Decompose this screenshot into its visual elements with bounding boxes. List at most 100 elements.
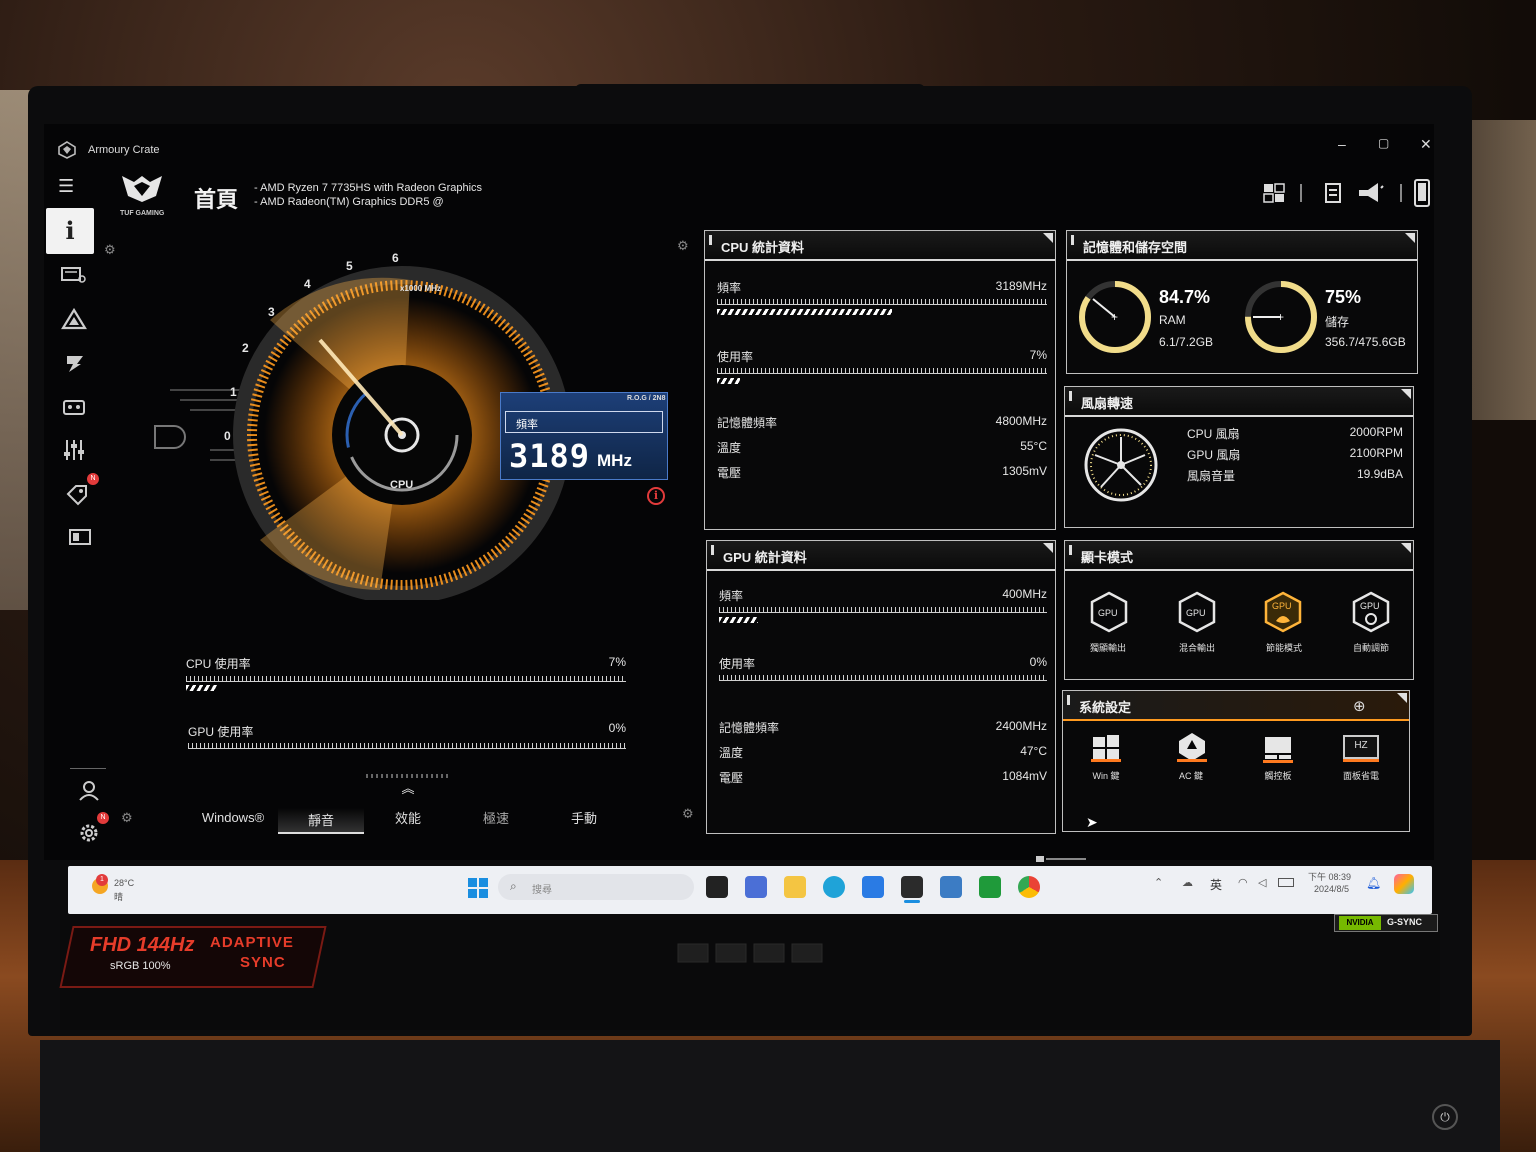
ram-detail: 6.1/7.2GB	[1159, 335, 1214, 349]
taskbar-app-explorer-icon[interactable]	[784, 876, 806, 898]
gpu-mode-hybrid-label: 混合輸出	[1178, 643, 1215, 653]
wifi-icon[interactable]: ◠	[1238, 876, 1248, 889]
device-icon[interactable]	[1412, 178, 1432, 208]
settings-gear-icon[interactable]	[77, 822, 103, 844]
cpu-stats-title: CPU 統計資料	[705, 231, 1055, 261]
info-alert-icon[interactable]: i	[647, 487, 665, 505]
cpu-mem-value: 4800MHz	[995, 414, 1047, 428]
gpu-mode-auto-icon[interactable]: GPU	[1351, 591, 1391, 633]
taskbar-app-xbox-icon[interactable]	[979, 876, 1001, 898]
gauge-tick-label: 1	[230, 385, 237, 399]
tray-cloud-icon[interactable]: ☁	[1182, 876, 1193, 889]
gpu-mode-ultimate-icon[interactable]: GPU	[1089, 591, 1129, 633]
storage-ring-gauge: +	[1245, 281, 1317, 353]
minimize-button[interactable]: –	[1338, 136, 1346, 152]
gpu-stats-panel: GPU 統計資料 頻率 400MHz 使用率 0% 記憶體頻率 2400MHz …	[706, 540, 1056, 834]
mode-tab-performance[interactable]: 效能	[370, 808, 446, 827]
mode-tab-turbo[interactable]: 極速	[458, 808, 534, 827]
readout-header: 頻率	[505, 411, 663, 433]
touchpad-icon[interactable]	[1263, 735, 1293, 763]
cpu-usage-stat-bar	[717, 368, 1047, 374]
gpu-freq-fill	[719, 617, 759, 623]
gpu-mode-hybrid-icon[interactable]: GPU	[1177, 591, 1217, 633]
ram-ring-gauge: +	[1079, 281, 1151, 353]
armoury-crate-logo-icon	[58, 141, 76, 159]
taskbar-app-terminal-icon[interactable]	[706, 876, 728, 898]
ac-key-lock-icon[interactable]	[1177, 731, 1207, 763]
panel-gear-icon-2[interactable]: ⚙	[682, 806, 694, 822]
taskbar-app-store-icon[interactable]	[862, 876, 884, 898]
fan-speed-panel: 風扇轉速 CPU 風扇 2000RPM GPU 風扇 2100RPM 風扇音量 …	[1064, 386, 1414, 528]
gpu-model-text: - AMD Radeon(TM) Graphics DDR5 @	[254, 196, 444, 208]
sidebar-item-armoury-icon[interactable]	[61, 352, 87, 374]
gpu-icon-text: GPU	[1186, 608, 1206, 618]
storage-label: 儲存	[1325, 315, 1350, 329]
cpu-stats-panel: CPU 統計資料 頻率 3189MHz 使用率 7% 記憶體頻率 4800MHz…	[704, 230, 1056, 530]
cpu-temp-value: 55°C	[1020, 439, 1047, 453]
volume-icon[interactable]: ◁	[1258, 876, 1266, 889]
cpu-usage-stat-value: 7%	[1029, 348, 1047, 362]
clock-time[interactable]: 下午 08:39	[1308, 870, 1351, 883]
mode-tab-windows[interactable]: Windows®	[196, 810, 270, 825]
sidebar-item-deals-tag-icon[interactable]	[64, 484, 90, 506]
mode-chevron-up-icon[interactable]: ︽	[398, 778, 418, 796]
mode-tab-manual[interactable]: 手動	[546, 808, 622, 827]
hz-text: HZ	[1354, 740, 1368, 751]
brand-label: TUF GAMING	[120, 210, 165, 217]
panel-power-saver-indicator	[1343, 759, 1379, 762]
gauge-gear-icon[interactable]: ⚙	[104, 242, 116, 258]
storage-percent: 75%	[1325, 287, 1362, 307]
sidebar-item-device-icon[interactable]	[60, 264, 86, 286]
gpu-usage-value: 0%	[608, 721, 626, 735]
gpu-temp-value: 47°C	[1020, 744, 1047, 758]
taskbar-app-teams-icon[interactable]	[745, 876, 767, 898]
panel-power-saver-icon[interactable]: HZ	[1343, 735, 1379, 759]
page-indicator[interactable]	[1036, 850, 1086, 862]
cpu-mem-label: 記憶體頻率	[717, 416, 778, 430]
win-key-lock-icon[interactable]	[1091, 733, 1121, 763]
gauge-tick-label: 3	[268, 305, 275, 319]
sidebar-item-game-library-icon[interactable]	[61, 396, 87, 418]
search-icon: ⌕	[510, 879, 517, 893]
sidebar-item-news-icon[interactable]	[67, 526, 93, 548]
document-icon[interactable]	[1322, 182, 1344, 204]
gauge-tick-label: 0	[224, 429, 231, 443]
taskbar-app-edge-icon[interactable]	[823, 876, 845, 898]
announcement-megaphone-icon[interactable]	[1356, 180, 1384, 206]
gpu-volt-value: 1084mV	[1002, 769, 1047, 783]
tray-chevron-up-icon[interactable]: ⌃	[1154, 876, 1163, 889]
gpu-mode-eco-icon[interactable]: GPU	[1263, 591, 1303, 633]
notification-bell-icon[interactable]: 🔔︎	[1366, 876, 1381, 890]
clock-date[interactable]: 2024/8/5	[1314, 884, 1349, 894]
taskbar-search-box[interactable]: ⌕ 搜尋	[498, 874, 694, 900]
cpu-usage-fill	[186, 685, 217, 691]
layout-grid-icon[interactable]	[1262, 182, 1286, 204]
battery-icon[interactable]	[1278, 878, 1294, 887]
panel-power-saver-label: 面板省電	[1342, 771, 1379, 781]
mode-tab-silent[interactable]: 靜音	[278, 808, 364, 834]
taskbar-app-photo-icon[interactable]	[940, 876, 962, 898]
gpu-usage-stat-value: 0%	[1029, 655, 1047, 669]
windows-start-icon[interactable]	[468, 878, 488, 898]
system-settings-panel: 系統設定 ⊕ Win 鍵 AC 鍵 觸控板 HZ 面板省電	[1062, 690, 1410, 832]
gauge-side-toggle[interactable]	[154, 425, 186, 449]
taskbar-app-armoury-icon[interactable]	[901, 876, 923, 898]
readout-unit: MHz	[597, 451, 632, 470]
close-button[interactable]: ✕	[1420, 136, 1432, 153]
taskbar-app-chrome-icon[interactable]	[1018, 876, 1040, 898]
gauge-scale-unit: x1000 MHz	[400, 284, 441, 293]
restore-button[interactable]: ▢	[1378, 136, 1389, 150]
sidebar-item-settings-sliders-icon[interactable]	[61, 438, 87, 460]
crosshair-settings-icon[interactable]: ⊕	[1353, 697, 1366, 715]
sidebar-item-home[interactable]: i	[46, 208, 94, 254]
mode-gear-icon[interactable]: ⚙	[121, 810, 133, 826]
ime-indicator[interactable]: 英	[1210, 876, 1222, 893]
panel-gear-icon[interactable]: ⚙	[677, 238, 689, 254]
gpu-mode-panel: 顯卡模式 GPU 獨顯輸出 GPU 混合輸出 GPU 節能模式 GPU 自動調節	[1064, 540, 1414, 680]
hamburger-menu-icon[interactable]: ☰	[58, 176, 74, 197]
copilot-icon[interactable]	[1394, 874, 1414, 894]
memory-storage-title: 記憶體和儲存空間	[1067, 231, 1417, 261]
user-account-icon[interactable]	[76, 780, 102, 802]
sidebar-item-aura-icon[interactable]	[61, 307, 87, 330]
power-button-icon[interactable]: ⏻	[1432, 1104, 1458, 1130]
